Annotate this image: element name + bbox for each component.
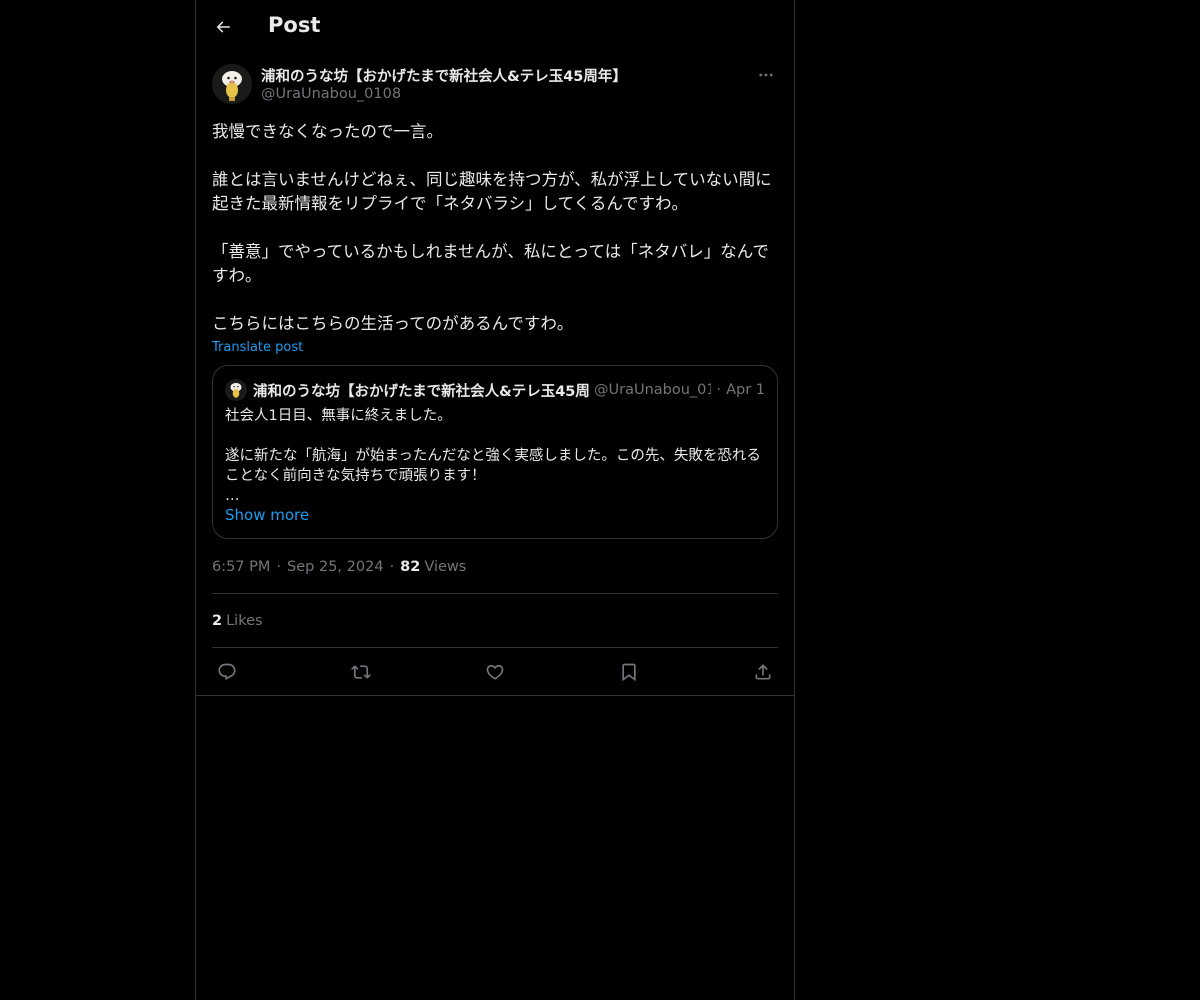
post-date[interactable]: Sep 25, 2024: [287, 559, 384, 575]
views-label: Views: [424, 559, 467, 575]
likes-count: 2: [212, 612, 223, 629]
quoted-author-name: 浦和のうな坊【おかげたまで新社会人&テレ玉45周年】: [253, 383, 590, 400]
bookmark-icon: [622, 663, 636, 681]
divider: [196, 695, 794, 696]
quoted-separator: ·: [716, 382, 722, 398]
likes-row[interactable]: 2 Likes: [212, 594, 778, 647]
author-display-name[interactable]: 浦和のうな坊【おかげたまで新社会人&テレ玉45周年】: [261, 65, 741, 86]
quoted-post-header: 浦和のうな坊【おかげたまで新社会人&テレ玉45周年】 @UraUnabou_01…: [225, 378, 765, 402]
views-count: 82: [400, 559, 421, 575]
main-column: Post 浦和のうな坊【おかげたまで新社会人&テレ玉45周年】 @UraUnab…: [195, 0, 795, 1000]
more-horizontal-icon: [759, 73, 773, 77]
post-time[interactable]: 6:57 PM: [212, 559, 270, 575]
repost-icon: [351, 664, 371, 679]
post-actions: [212, 648, 778, 695]
arrow-left-icon: [216, 21, 230, 33]
heart-icon: [486, 664, 504, 680]
quoted-post-text: 社会人1日目、無事に終えました。 遂に新たな「航海」が始まったんだなと強く実感し…: [225, 408, 761, 504]
more-options-button[interactable]: [754, 64, 778, 86]
show-more-link[interactable]: Show more: [225, 506, 309, 524]
post-author-row: 浦和のうな坊【おかげたまで新社会人&テレ玉45周年】 @UraUnabou_01…: [212, 62, 778, 108]
quoted-author-handle: @UraUnabou_0108: [594, 382, 712, 398]
post: 浦和のうな坊【おかげたまで新社会人&テレ玉45周年】 @UraUnabou_01…: [212, 62, 778, 695]
post-text: 我慢できなくなったので一言。 誰とは言いませんけどねぇ、同じ趣味を持つ方が、私が…: [212, 122, 772, 333]
bookmark-button[interactable]: [618, 661, 640, 683]
like-button[interactable]: [484, 661, 506, 683]
reply-button[interactable]: [216, 661, 238, 683]
share-icon: [755, 663, 771, 679]
back-button[interactable]: [210, 14, 236, 40]
repost-button[interactable]: [350, 661, 372, 683]
share-button[interactable]: [752, 661, 774, 683]
avatar[interactable]: [212, 64, 252, 104]
quoted-post[interactable]: 浦和のうな坊【おかげたまで新社会人&テレ玉45周年】 @UraUnabou_01…: [212, 365, 778, 539]
meta-separator: ·: [276, 559, 282, 575]
quoted-date: Apr 1: [726, 382, 765, 398]
reply-icon: [218, 663, 236, 680]
page-title: Post: [268, 13, 321, 37]
meta-separator: ·: [389, 559, 395, 575]
likes-label: Likes: [226, 612, 263, 629]
post-meta: 6:57 PM · Sep 25, 2024 · 82 Views: [212, 557, 778, 577]
quoted-avatar: [225, 379, 247, 401]
author-handle[interactable]: @UraUnabou_0108: [261, 86, 401, 102]
page-header: Post: [196, 0, 794, 54]
translate-post-link[interactable]: Translate post: [212, 340, 303, 355]
